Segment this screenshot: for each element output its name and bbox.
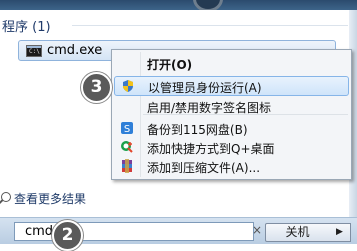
search-input[interactable]: cmd × [14,222,262,241]
menu-item-open[interactable]: 打开(O) [114,54,349,74]
context-menu: 打开(O) 以管理员身份运行(A) 启用/禁用数字签名图标 S 备份到115网盘… [111,49,352,180]
section-title-programs: 程序 (1) [2,20,51,35]
menu-item-run-as-admin[interactable]: 以管理员身份运行(A) [114,76,349,96]
menu-item-label: 以管理员身份运行(A) [148,81,262,95]
clear-search-icon[interactable]: × [252,223,262,237]
program-label: cmd.exe [47,43,103,58]
menu-item-label: 打开(O) [147,58,193,72]
menu-item-add-qplus-shortcut[interactable]: 添加快捷方式到Q+桌面 [114,138,349,158]
menu-item-backup-115[interactable]: S 备份到115网盘(B) [114,119,349,139]
step-3-marker: 3 [81,72,112,103]
svg-text:S: S [124,124,130,135]
section-divider [72,25,348,26]
see-more-results-link[interactable]: 查看更多结果 [1,190,87,207]
uac-shield-icon [123,80,133,92]
magnifier-icon [1,192,11,202]
see-more-results-label: 查看更多结果 [14,192,87,206]
winrar-icon [122,159,132,173]
115-cloud-icon: S [121,122,133,135]
step-2-marker: 2 [52,220,83,251]
search-input-value: cmd [25,224,54,239]
qplus-icon [121,141,133,153]
shutdown-options-arrow-icon[interactable]: ▶ [329,223,351,242]
menu-item-add-to-archive[interactable]: 添加到压缩文件(A)... [114,157,349,177]
cmd-icon: C:\ [26,45,42,57]
taskbar-top-strip [0,0,357,12]
menu-item-label: 备份到115网盘(B) [147,123,248,137]
context-menu-separator [143,114,348,115]
menu-item-label: 添加到压缩文件(A)... [147,161,261,175]
menu-item-label: 添加快捷方式到Q+桌面 [147,142,275,156]
shutdown-button[interactable]: 关机 [265,223,330,242]
